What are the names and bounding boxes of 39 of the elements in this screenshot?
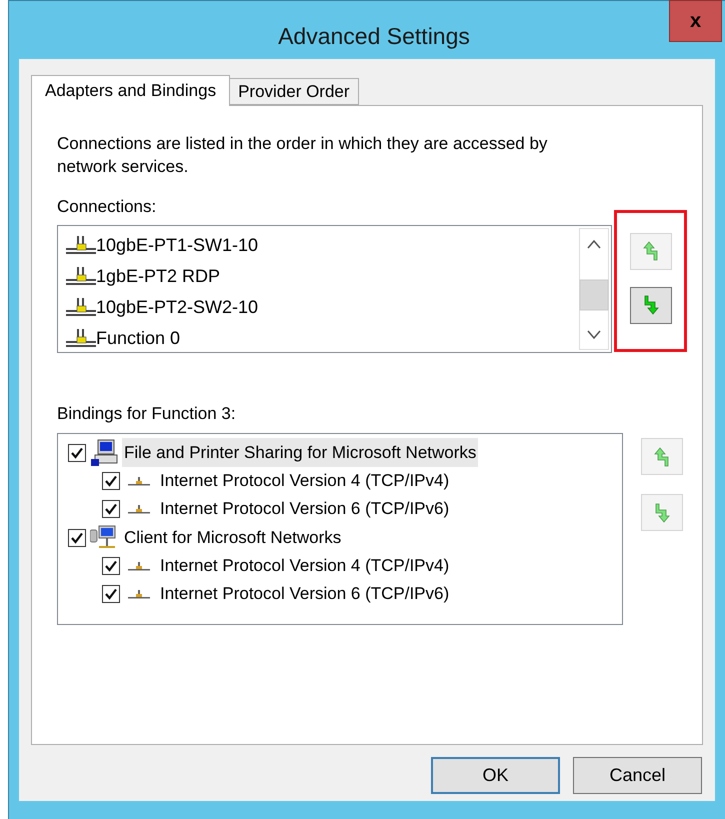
up-arrow-icon <box>642 241 659 261</box>
description-text: Connections are listed in the order in which they are accessed by network services. <box>57 133 548 178</box>
protocol-icon <box>128 589 150 599</box>
close-button[interactable]: x <box>669 0 722 42</box>
protocol-icon <box>128 476 150 486</box>
checkbox[interactable] <box>68 528 86 546</box>
connections-label: Connections: <box>57 196 158 218</box>
dialog-button[interactable]: OK <box>431 757 560 794</box>
binding-item[interactable]: Client for Microsoft Networks <box>122 522 344 552</box>
protocol-icon <box>128 561 150 571</box>
checkbox[interactable] <box>102 472 120 490</box>
connection-item[interactable]: Function 0 <box>66 322 580 354</box>
window-title: Advanced Settings <box>278 22 470 51</box>
computer-printer-icon <box>90 438 118 466</box>
protocol-icon <box>128 504 150 514</box>
tab[interactable]: Adapters and Bindings <box>31 75 230 106</box>
binding-item[interactable]: Internet Protocol Version 4 (TCP/IPv4) <box>158 553 452 579</box>
checkbox[interactable] <box>102 500 120 518</box>
connection-item[interactable]: 10gbE-PT1-SW1-10 <box>66 230 580 260</box>
dialog-button[interactable]: Cancel <box>573 757 702 794</box>
down-arrow-icon <box>654 502 670 522</box>
bindings-label: Bindings for Function 3: <box>57 402 237 424</box>
binding-item[interactable]: Internet Protocol Version 4 (TCP/IPv4) <box>158 468 452 494</box>
checkbox[interactable] <box>102 557 120 575</box>
up-arrow-icon <box>654 446 670 466</box>
checkbox[interactable] <box>68 444 86 462</box>
checkbox[interactable] <box>102 585 120 603</box>
down-arrow-icon <box>642 295 659 315</box>
network-adapter-icon <box>66 267 96 285</box>
network-adapter-icon <box>66 329 96 347</box>
binding-item[interactable]: Internet Protocol Version 6 (TCP/IPv6) <box>158 496 452 522</box>
network-adapter-icon <box>66 236 96 254</box>
tab[interactable]: Provider Order <box>230 78 359 105</box>
connection-item[interactable]: 10gbE-PT2-SW2-10 <box>66 292 580 322</box>
move-down-button[interactable] <box>630 286 672 324</box>
binding-item[interactable]: Internet Protocol Version 6 (TCP/IPv6) <box>158 581 452 607</box>
binding-item[interactable]: File and Printer Sharing for Microsoft Networks <box>122 438 478 468</box>
connection-item[interactable]: 1gbE-PT2 RDP <box>66 260 580 292</box>
network-adapter-icon <box>66 298 96 316</box>
